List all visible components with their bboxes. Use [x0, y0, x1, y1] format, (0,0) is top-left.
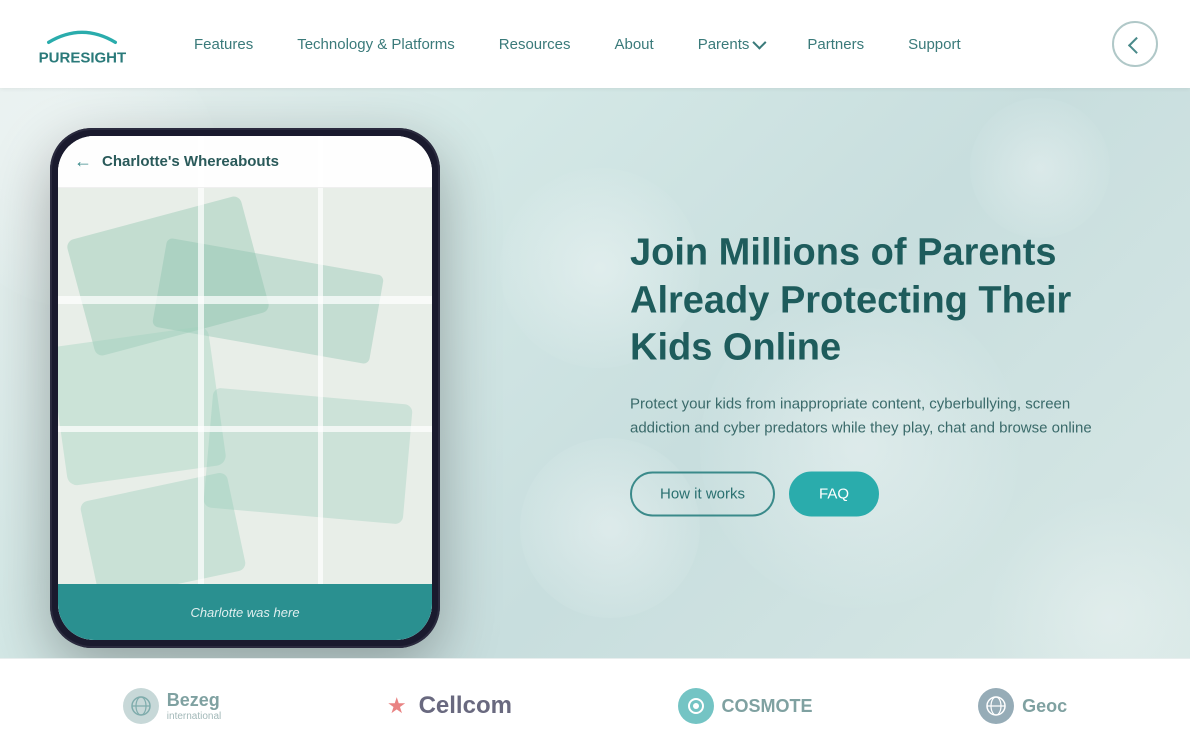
nav-tech-platforms[interactable]: Technology & Platforms	[275, 0, 477, 88]
cosmote-icon	[678, 688, 714, 724]
chevron-down-icon	[753, 36, 767, 50]
map-road	[198, 136, 204, 640]
map-shape	[203, 388, 413, 525]
map-road	[58, 426, 432, 432]
map-background	[58, 136, 432, 640]
phone-topbar: ← Charlotte's Whereabouts	[58, 136, 432, 188]
back-button[interactable]	[1112, 21, 1158, 67]
partner-cosmote: COSMOTE	[678, 688, 813, 724]
back-arrow-icon	[1128, 37, 1145, 54]
phone-bottombar: Charlotte was here	[58, 584, 432, 640]
partner-bezeg: Bezeg international	[123, 688, 221, 724]
cosmote-name: COSMOTE	[722, 696, 813, 717]
phone-location-text: Charlotte was here	[190, 605, 299, 620]
bezeg-name: Bezeg	[167, 690, 220, 710]
bezeg-icon	[123, 688, 159, 724]
main-nav: Features Technology & Platforms Resource…	[172, 0, 1112, 88]
cellcom-name: Cellcom	[419, 692, 512, 720]
phone-screen-title: Charlotte's Whereabouts	[102, 153, 279, 170]
logo[interactable]: PURESIGHT	[32, 16, 132, 72]
cellcom-star-icon: ★	[387, 693, 407, 719]
bokeh-circle-5	[970, 98, 1110, 238]
phone-shell: ← Charlotte's Whereabouts Charlotte was …	[50, 128, 440, 648]
hero-buttons: How it works FAQ	[630, 472, 1130, 517]
partner-bar: Bezeg international ★ Cellcom COSMOTE Ge…	[0, 658, 1190, 753]
nav-partners[interactable]: Partners	[785, 0, 886, 88]
hero-title: Join Millions of Parents Already Protect…	[630, 230, 1130, 373]
bokeh-circle-6	[990, 498, 1190, 658]
nav-resources[interactable]: Resources	[477, 0, 593, 88]
phone-screen: ← Charlotte's Whereabouts Charlotte was …	[58, 136, 432, 640]
map-road	[58, 296, 432, 304]
hero-section: ← Charlotte's Whereabouts Charlotte was …	[0, 88, 1190, 658]
geoc-icon	[978, 688, 1014, 724]
nav-parents[interactable]: Parents	[676, 0, 786, 88]
bezeg-sub: international	[167, 711, 221, 722]
faq-button[interactable]: FAQ	[789, 472, 879, 517]
site-header: PURESIGHT Features Technology & Platform…	[0, 0, 1190, 88]
nav-about[interactable]: About	[592, 0, 675, 88]
phone-mockup: ← Charlotte's Whereabouts Charlotte was …	[50, 128, 470, 658]
hero-description: Protect your kids from inappropriate con…	[630, 392, 1130, 442]
nav-features[interactable]: Features	[172, 0, 275, 88]
how-it-works-button[interactable]: How it works	[630, 472, 775, 517]
map-shape	[79, 471, 247, 600]
hero-text-block: Join Millions of Parents Already Protect…	[630, 230, 1130, 517]
partner-cellcom: ★ Cellcom	[387, 692, 512, 720]
partner-geoc: Geoc	[978, 688, 1067, 724]
phone-back-arrow-icon: ←	[74, 153, 92, 171]
map-road	[318, 136, 323, 640]
nav-support[interactable]: Support	[886, 0, 983, 88]
svg-text:PURESIGHT: PURESIGHT	[39, 49, 127, 66]
geoc-name: Geoc	[1022, 696, 1067, 717]
